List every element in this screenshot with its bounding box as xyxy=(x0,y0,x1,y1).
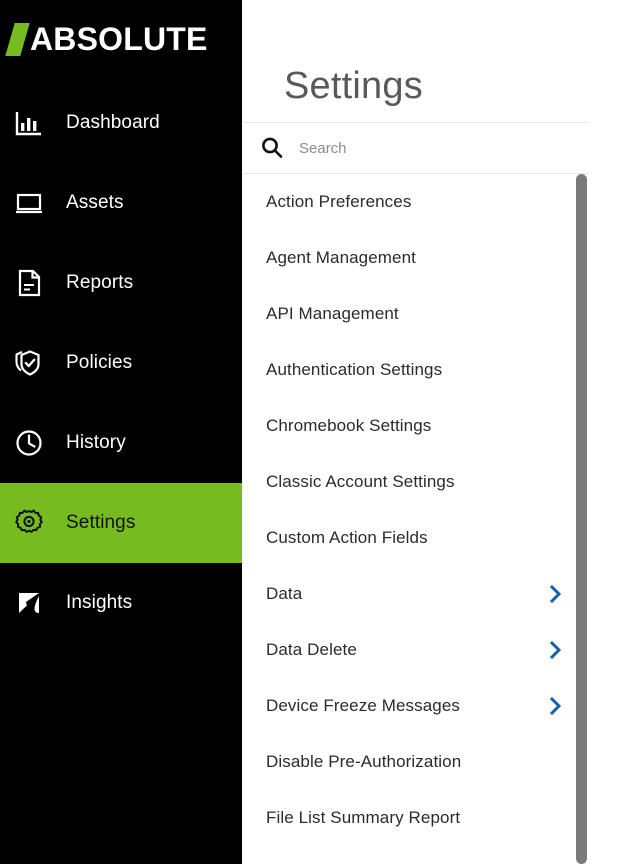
sidebar-item-history[interactable]: History xyxy=(0,403,242,483)
gear-icon xyxy=(11,505,47,541)
chevron-right-icon[interactable] xyxy=(549,696,563,716)
menu-item-disable-pre-authorization[interactable]: Disable Pre-Authorization xyxy=(242,734,589,790)
sidebar-item-label: Policies xyxy=(66,352,133,373)
app-window: ABSOLUTE Dashboard Assets Reports Polici… xyxy=(0,0,622,864)
search-icon xyxy=(258,134,286,162)
menu-item-label: File List Summary Report xyxy=(266,808,461,827)
menu-item-action-preferences[interactable]: Action Preferences xyxy=(242,174,589,230)
chevron-right-icon[interactable] xyxy=(549,584,563,604)
menu-item-label: Data Delete xyxy=(266,640,357,659)
right-gutter xyxy=(589,122,622,864)
menu-item-agent-management[interactable]: Agent Management xyxy=(242,230,589,286)
sidebar-item-policies[interactable]: Policies xyxy=(0,323,242,403)
sidebar-item-label: History xyxy=(66,432,126,453)
menu-item-device-freeze-messages[interactable]: Device Freeze Messages xyxy=(242,678,589,734)
sidebar-item-label: Settings xyxy=(66,512,136,533)
menu-item-label: Chromebook Settings xyxy=(266,416,432,435)
menu-item-label: Agent Management xyxy=(266,248,416,267)
sidebar-item-insights[interactable]: Insights xyxy=(0,563,242,643)
page-header: Settings xyxy=(242,0,622,122)
sidebar-item-label: Assets xyxy=(66,192,124,213)
sidebar-item-dashboard[interactable]: Dashboard xyxy=(0,83,242,163)
menu-item-data-delete[interactable]: Data Delete xyxy=(242,622,589,678)
sidebar-item-label: Insights xyxy=(66,592,133,613)
menu-item-label: Data xyxy=(266,584,303,603)
menu-item-custom-action-fields[interactable]: Custom Action Fields xyxy=(242,510,589,566)
menu-item-classic-account-settings[interactable]: Classic Account Settings xyxy=(242,454,589,510)
main-content: Settings Action Preferences Age xyxy=(242,0,622,864)
insights-k-icon xyxy=(11,585,47,621)
menu-item-label: Classic Account Settings xyxy=(266,472,455,491)
scrollbar-thumb[interactable] xyxy=(576,174,587,864)
shield-check-icon xyxy=(11,345,47,381)
document-icon xyxy=(11,265,47,301)
sidebar-item-reports[interactable]: Reports xyxy=(0,243,242,323)
sidebar-item-assets[interactable]: Assets xyxy=(0,163,242,243)
sidebar-item-settings[interactable]: Settings xyxy=(0,483,242,563)
menu-item-label: Authentication Settings xyxy=(266,360,443,379)
menu-item-data[interactable]: Data xyxy=(242,566,589,622)
settings-scrollbar[interactable] xyxy=(574,174,588,864)
menu-item-label: Disable Pre-Authorization xyxy=(266,752,462,771)
settings-menu-list: Action Preferences Agent Management API … xyxy=(242,174,589,862)
settings-panel: Action Preferences Agent Management API … xyxy=(242,122,590,864)
chevron-right-icon[interactable] xyxy=(549,640,563,660)
page-title: Settings xyxy=(284,65,423,107)
brand-name: ABSOLUTE xyxy=(30,20,208,57)
menu-item-label: Action Preferences xyxy=(266,192,412,211)
search-bar[interactable] xyxy=(242,122,589,174)
menu-item-file-list-summary-report[interactable]: File List Summary Report xyxy=(242,790,589,846)
clock-icon xyxy=(11,425,47,461)
menu-item-api-management[interactable]: API Management xyxy=(242,286,589,342)
sidebar-item-label: Reports xyxy=(66,272,134,293)
menu-item-label: Custom Action Fields xyxy=(266,528,428,547)
sidebar-item-label: Dashboard xyxy=(66,112,160,133)
menu-item-label: API Management xyxy=(266,304,399,323)
menu-item-chromebook-settings[interactable]: Chromebook Settings xyxy=(242,398,589,454)
sidebar-nav: Dashboard Assets Reports Policies Histor… xyxy=(0,83,242,643)
brand-logo[interactable]: ABSOLUTE xyxy=(0,0,242,78)
slash-mark-icon xyxy=(5,22,30,56)
laptop-icon xyxy=(11,185,47,221)
menu-item-label: Device Freeze Messages xyxy=(266,696,460,715)
menu-item-authentication-settings[interactable]: Authentication Settings xyxy=(242,342,589,398)
search-input[interactable] xyxy=(299,139,549,157)
sidebar: ABSOLUTE Dashboard Assets Reports Polici… xyxy=(0,0,242,864)
bar-chart-icon xyxy=(11,105,47,141)
